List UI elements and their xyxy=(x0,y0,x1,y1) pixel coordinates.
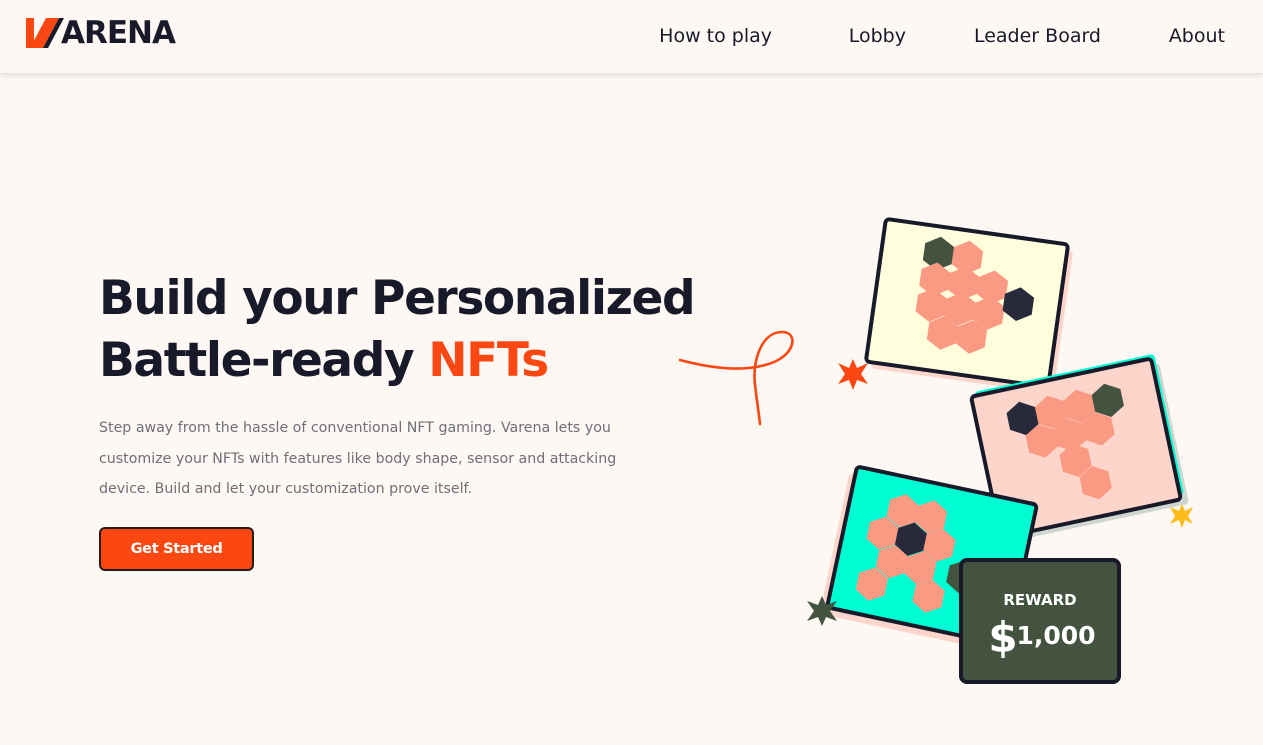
lede-line-2: customize your NFTs with features like b… xyxy=(99,450,617,467)
reward-label: REWARD xyxy=(1003,591,1076,609)
nav-leader-board[interactable]: Leader Board xyxy=(974,22,1101,50)
nav-about[interactable]: About xyxy=(1169,22,1225,50)
get-started-button[interactable]: Get Started xyxy=(99,527,254,571)
lede-line-1: Step away from the hassle of conventiona… xyxy=(99,420,611,436)
brand-wordmark: ARENA xyxy=(61,15,176,51)
star-orange-icon xyxy=(838,359,868,390)
reward-amount: 1,000 xyxy=(1016,621,1095,650)
squiggle-line-icon xyxy=(678,330,794,426)
reward-currency: $ xyxy=(988,613,1017,662)
logo-slash-icon xyxy=(26,18,64,48)
nft-card-cream xyxy=(864,217,1073,394)
lede-line-3: device. Build and let your customization… xyxy=(99,481,472,497)
headline-accent-nfts: NFTs xyxy=(428,333,549,388)
nft-cards-illustration: REWARD $ 1,000 xyxy=(678,217,1193,684)
nav-how-to-play[interactable]: How to play xyxy=(659,22,772,50)
star-yellow-icon xyxy=(1170,504,1193,528)
headline-line-1: Build your Personalized xyxy=(99,271,696,326)
top-navigation: ARENA How to play Lobby Leader Board Abo… xyxy=(0,0,1263,74)
headline-line-2a: Battle-ready xyxy=(99,333,429,388)
nav-lobby[interactable]: Lobby xyxy=(849,22,906,50)
hero-description: Step away from the hassle of conventiona… xyxy=(99,413,629,505)
reward-card: REWARD $ 1,000 xyxy=(959,558,1121,684)
hero-headline: Build your Personalized Battle-ready NFT… xyxy=(99,268,719,392)
brand-logo[interactable]: ARENA xyxy=(26,15,176,51)
